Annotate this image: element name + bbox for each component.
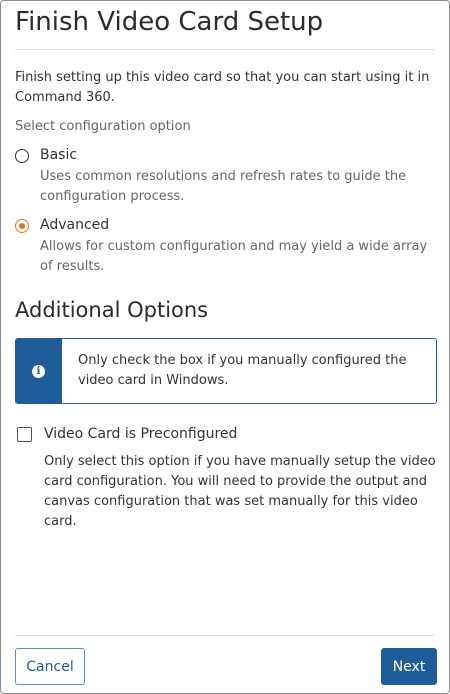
dialog-title: Finish Video Card Setup xyxy=(15,7,324,37)
preconfigured-checkbox-label[interactable]: Video Card is Preconfigured xyxy=(44,426,237,442)
radio-advanced-description: Allows for custom configuration and may … xyxy=(40,239,428,274)
radio-basic[interactable] xyxy=(15,149,29,163)
info-icon: i xyxy=(32,365,45,378)
info-callout: i Only check the box if you manually con… xyxy=(15,338,437,404)
preconfigured-description: Only select this option if you have manu… xyxy=(44,454,436,529)
info-callout-bar: i xyxy=(16,339,62,403)
cancel-button[interactable]: Cancel xyxy=(15,648,85,685)
radio-advanced[interactable] xyxy=(15,219,29,233)
radio-option-advanced[interactable]: Advanced Allows for custom configuration… xyxy=(15,217,435,274)
preconfigured-checkbox[interactable] xyxy=(17,427,32,442)
radio-advanced-label[interactable]: Advanced xyxy=(40,217,109,233)
intro-text: Finish setting up this video card so tha… xyxy=(15,70,430,105)
next-button[interactable]: Next xyxy=(381,648,437,685)
radio-basic-description: Uses common resolutions and refresh rate… xyxy=(40,169,407,204)
additional-options-heading: Additional Options xyxy=(15,298,209,322)
config-option-label: Select configuration option xyxy=(15,119,191,134)
radio-option-basic[interactable]: Basic Uses common resolutions and refres… xyxy=(15,147,435,204)
finish-video-card-setup-dialog: Finish Video Card Setup Finish setting u… xyxy=(0,0,450,694)
footer-divider xyxy=(15,635,435,636)
title-divider xyxy=(15,49,435,50)
radio-basic-label[interactable]: Basic xyxy=(40,147,77,163)
info-callout-text: Only check the box if you manually confi… xyxy=(78,353,407,388)
